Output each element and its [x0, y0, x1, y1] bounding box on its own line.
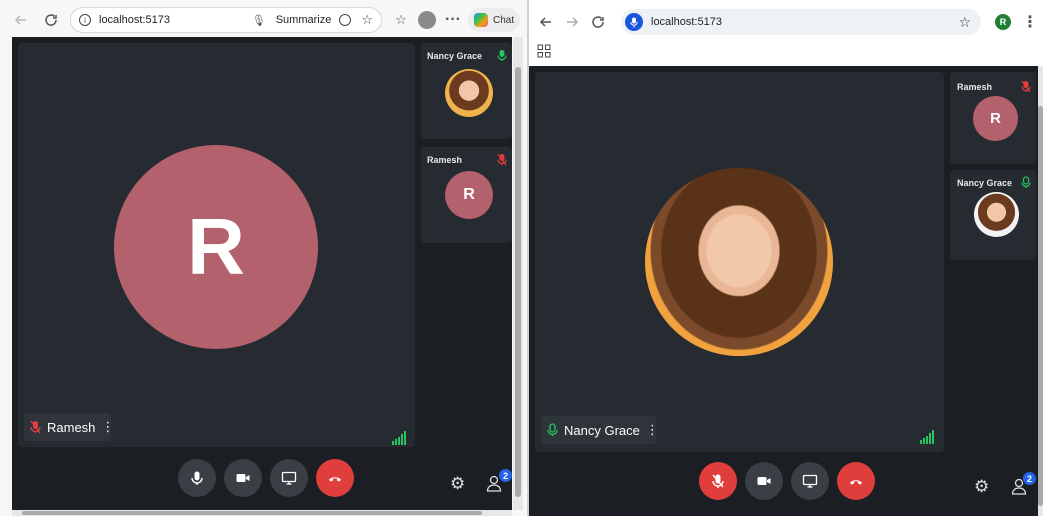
- side-tile-ramesh[interactable]: Ramesh R: [421, 147, 512, 243]
- hang-up-icon: [850, 480, 862, 485]
- camera-icon: [236, 474, 250, 482]
- left-vertical-scroll-thumb[interactable]: [515, 67, 521, 497]
- more-menu-icon[interactable]: ⋮: [1017, 9, 1043, 35]
- participant-options-icon[interactable]: ⋮: [646, 422, 659, 438]
- mic-toggle-button[interactable]: [699, 462, 737, 500]
- screen-share-button[interactable]: [270, 459, 308, 497]
- side-tile-nancy-grace[interactable]: Nancy Grace: [950, 170, 1036, 260]
- side-tile-name: Nancy Grace: [427, 51, 483, 61]
- right-browser-window: localhost:5173 ☆ R ⋮ Nancy Grace ⋮ Rames…: [529, 0, 1043, 516]
- participants-count-badge: 2: [499, 469, 512, 482]
- back-arrow-icon[interactable]: [8, 7, 34, 33]
- nancy-grace-photo: [645, 168, 833, 356]
- summarize-icon[interactable]: [339, 14, 352, 26]
- mic-on-icon: [1021, 176, 1031, 188]
- nancy-grace-photo: [445, 69, 493, 117]
- left-browser-window: i localhost:5173 🎙 Summarize ☆ ☆ ··· Cha…: [0, 0, 527, 516]
- right-vertical-scrollbar[interactable]: [1038, 66, 1043, 516]
- side-tile-name: Nancy Grace: [957, 178, 1013, 188]
- copilot-icon: [474, 13, 488, 27]
- side-avatar-letter: R: [973, 96, 1018, 141]
- settings-gear-icon[interactable]: ⚙: [450, 475, 468, 493]
- right-address-bar[interactable]: localhost:5173 ☆: [621, 9, 981, 35]
- monitor-icon: [281, 471, 297, 485]
- main-participant-name: Ramesh: [47, 419, 96, 435]
- camera-icon: [757, 477, 771, 485]
- main-name-chip: Ramesh ⋮: [24, 413, 114, 441]
- end-call-button[interactable]: [316, 459, 354, 497]
- right-address-text: localhost:5173: [651, 16, 722, 28]
- signal-strength-icon: [392, 431, 406, 445]
- mic-muted-icon: [30, 420, 41, 434]
- left-meeting-area: R Ramesh ⋮ Nancy Grace Ramesh R ⚙ 2: [12, 37, 512, 510]
- bookmark-star-icon[interactable]: ☆: [361, 12, 373, 28]
- mic-toggle-button[interactable]: [178, 459, 216, 497]
- voice-search-icon[interactable]: 🎙: [252, 14, 266, 27]
- mic-icon: [191, 471, 203, 485]
- participants-count-badge: 2: [1023, 472, 1036, 485]
- chat-label: Chat: [493, 14, 515, 26]
- side-tile-name: Ramesh: [957, 82, 993, 92]
- left-address-bar[interactable]: i localhost:5173 🎙 Summarize ☆: [70, 7, 382, 33]
- mic-muted-icon: [712, 474, 724, 488]
- bookmark-star-icon[interactable]: ☆: [958, 14, 971, 31]
- monitor-icon: [802, 474, 818, 488]
- mic-on-icon: [497, 50, 507, 61]
- mic-on-icon: [547, 423, 558, 436]
- mic-muted-icon: [497, 153, 507, 166]
- main-name-chip: Nancy Grace ⋮: [541, 416, 659, 444]
- right-vertical-scroll-thumb[interactable]: [1038, 106, 1043, 506]
- left-horizontal-scroll-thumb[interactable]: [22, 511, 482, 515]
- main-participant-name: Nancy Grace: [564, 422, 640, 438]
- side-avatar-letter: R: [445, 171, 493, 219]
- end-call-button[interactable]: [837, 462, 875, 500]
- right-main-video-tile[interactable]: Nancy Grace ⋮: [535, 72, 944, 452]
- right-meeting-area: Nancy Grace ⋮ Ramesh R Nancy Grace ⚙ 2: [529, 66, 1038, 516]
- back-arrow-icon[interactable]: [533, 9, 559, 35]
- side-tile-name: Ramesh: [427, 155, 463, 165]
- side-tile-nancy-grace[interactable]: Nancy Grace: [421, 43, 512, 139]
- reload-icon[interactable]: [585, 9, 611, 35]
- participant-options-icon[interactable]: ⋮: [101, 419, 114, 435]
- mic-permission-icon[interactable]: [625, 13, 643, 31]
- more-menu-icon[interactable]: ···: [440, 7, 466, 33]
- hang-up-icon: [329, 477, 341, 482]
- reload-icon[interactable]: [38, 7, 64, 33]
- left-main-video-tile[interactable]: R Ramesh ⋮: [18, 43, 415, 447]
- left-address-text: localhost:5173: [99, 14, 170, 26]
- screen-share-button[interactable]: [791, 462, 829, 500]
- summarize-button[interactable]: Summarize: [276, 14, 332, 26]
- mic-muted-icon: [1021, 80, 1031, 93]
- forward-arrow-icon[interactable]: [559, 9, 585, 35]
- apps-grid-icon[interactable]: [537, 44, 551, 58]
- left-vertical-scrollbar[interactable]: [513, 37, 523, 510]
- profile-avatar-icon[interactable]: [418, 11, 436, 29]
- chat-button[interactable]: Chat: [468, 8, 521, 32]
- profile-avatar-icon[interactable]: R: [995, 14, 1011, 30]
- nancy-grace-photo: [974, 192, 1019, 237]
- favorites-icon[interactable]: ☆: [388, 7, 414, 33]
- main-avatar-letter: R: [114, 145, 318, 349]
- left-horizontal-scrollbar[interactable]: [12, 510, 512, 516]
- side-tile-ramesh[interactable]: Ramesh R: [950, 72, 1036, 164]
- signal-strength-icon: [920, 430, 934, 444]
- camera-toggle-button[interactable]: [224, 459, 262, 497]
- right-browser-toolbar: localhost:5173 ☆ R ⋮: [529, 0, 1043, 44]
- camera-toggle-button[interactable]: [745, 462, 783, 500]
- settings-gear-icon[interactable]: ⚙: [974, 478, 992, 496]
- left-browser-toolbar: i localhost:5173 🎙 Summarize ☆ ☆ ··· Cha…: [0, 0, 527, 40]
- info-icon[interactable]: i: [79, 14, 91, 26]
